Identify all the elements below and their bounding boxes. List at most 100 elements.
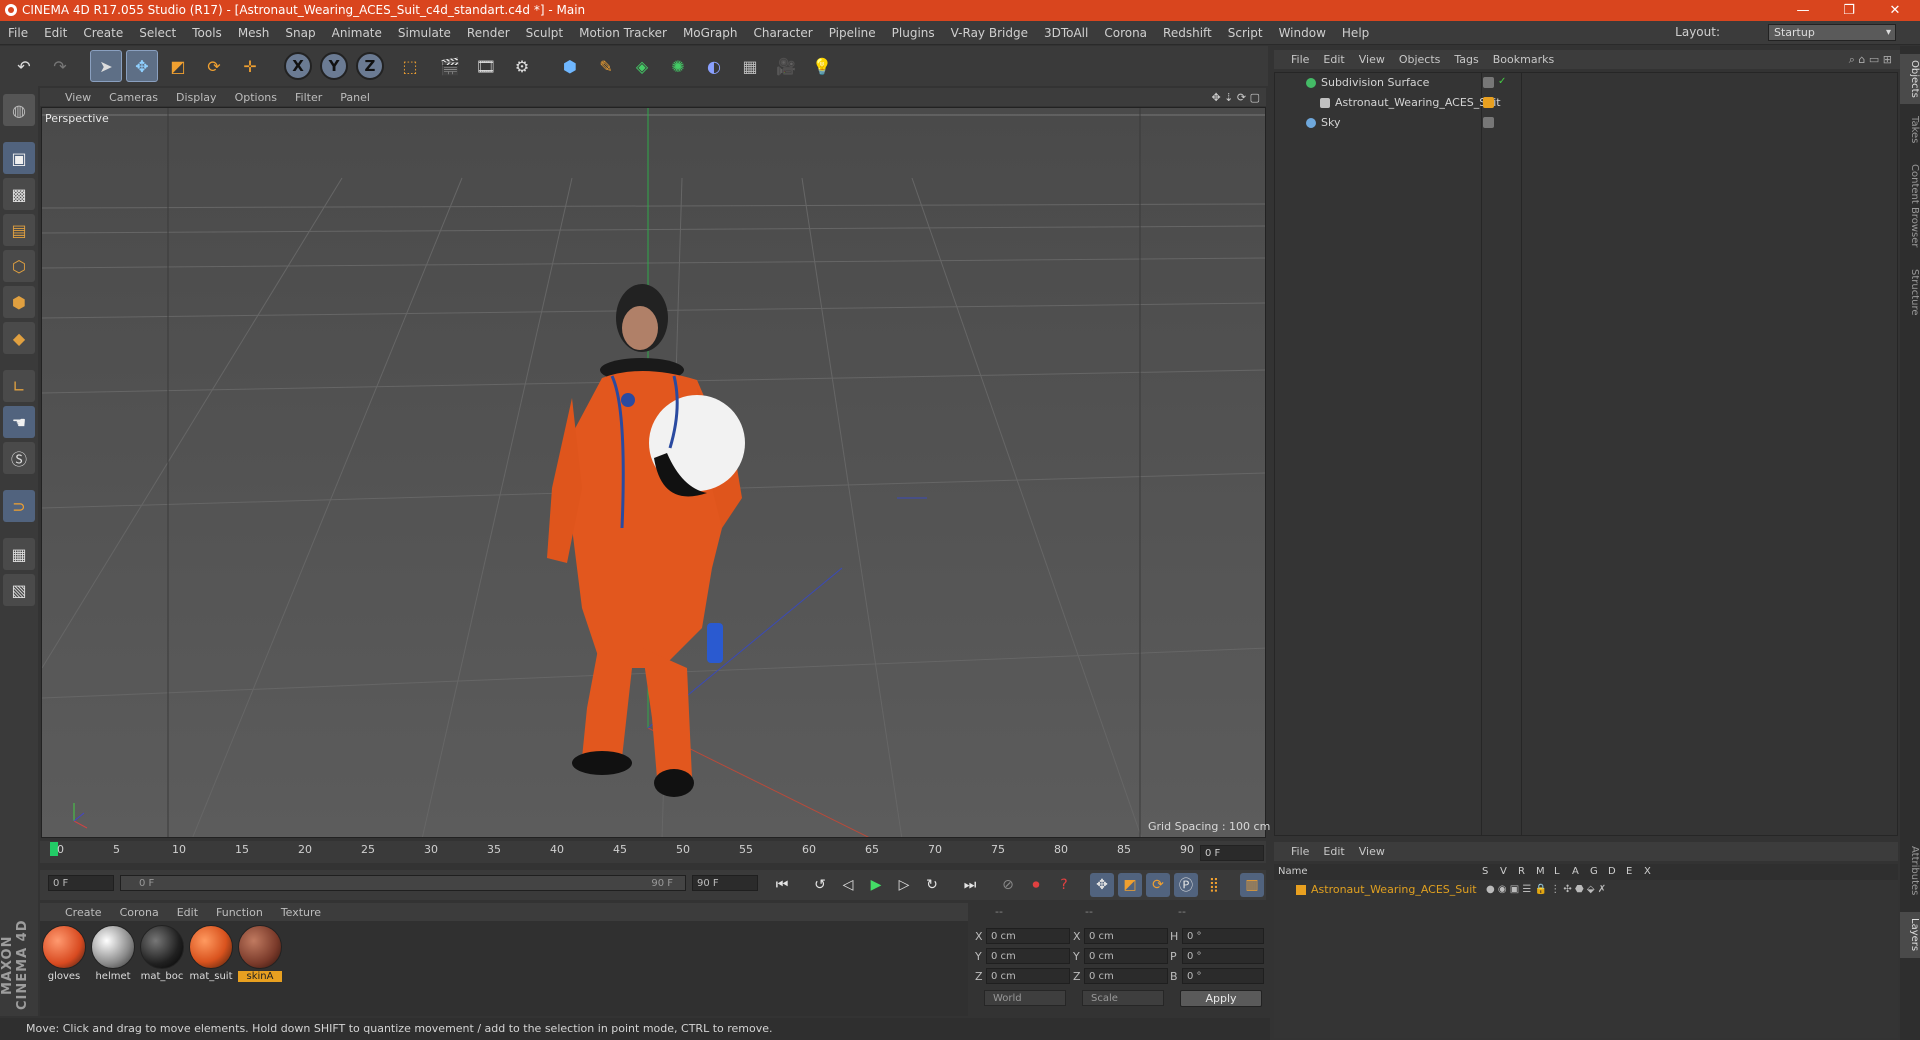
material-gloves[interactable]: gloves [42,925,86,982]
menu-redshift[interactable]: Redshift [1155,26,1220,40]
menu-sculpt[interactable]: Sculpt [518,26,571,40]
record-keys-icon[interactable]: ⊘ [996,873,1020,897]
render-view-icon[interactable]: 🎬 [434,50,466,82]
menu-tools[interactable]: Tools [184,26,230,40]
texture-mode-icon[interactable]: ▩ [3,178,35,210]
points-mode-icon[interactable]: ⬡ [3,250,35,282]
menu-edit[interactable]: Edit [36,26,75,40]
next-frame-icon[interactable]: ▷ [892,873,916,897]
next-key-icon[interactable]: ↻ [920,873,944,897]
mm-menu-function[interactable]: Function [207,906,272,919]
x-axis-lock-icon[interactable]: X [284,52,312,80]
viewport-menu-display[interactable]: Display [167,91,226,104]
layer-color-tag[interactable] [1483,97,1494,108]
material-skina[interactable]: skinA [238,925,282,982]
move-tool-icon[interactable]: ✥ [126,50,158,82]
render-settings-icon[interactable]: ⚙ [506,50,538,82]
menu-vray-bridge[interactable]: V-Ray Bridge [943,26,1036,40]
undo-icon[interactable]: ↶ [8,50,40,82]
key-position-icon[interactable]: ✥ [1090,873,1114,897]
menu-create[interactable]: Create [75,26,131,40]
spline-pen-icon[interactable]: ✎ [590,50,622,82]
tab-takes[interactable]: Takes [1900,110,1920,150]
tab-layers[interactable]: Layers [1900,912,1920,958]
rotation-p-field[interactable]: 0 ° [1182,948,1264,964]
menu-pipeline[interactable]: Pipeline [821,26,884,40]
z-axis-lock-icon[interactable]: Z [356,52,384,80]
current-frame-field[interactable]: 0 F [1200,845,1264,861]
light-icon[interactable]: 💡 [806,50,838,82]
layer-toggle-icons[interactable]: ● ◉ ▣ ☰ 🔒 ⋮ ✣ ⬣ ⬙ ✗ [1486,881,1606,899]
menu-render[interactable]: Render [459,26,518,40]
coordinate-system-icon[interactable]: ⬚ [394,50,426,82]
coordinate-mode-select[interactable]: World [984,990,1066,1006]
previous-frame-icon[interactable]: ◁ [836,873,860,897]
redo-icon[interactable]: ↷ [44,50,76,82]
object-row-subdivision-surface[interactable]: Subdivision Surface [1276,74,1896,92]
workplane-mode-icon[interactable]: ▤ [3,214,35,246]
play-forward-icon[interactable]: ▶ [864,873,888,897]
end-frame-field[interactable]: 90 F [692,875,758,891]
lm-menu-edit[interactable]: Edit [1316,845,1351,858]
layer-row[interactable]: Astronaut_Wearing_ACES_Suit ● ◉ ▣ ☰ 🔒 ⋮ … [1276,881,1896,899]
lm-menu-file[interactable]: File [1284,845,1316,858]
tab-objects[interactable]: Objects [1900,54,1920,104]
visibility-toggle-icon[interactable] [1483,117,1494,128]
model-mode-icon[interactable]: ▣ [3,142,35,174]
minimize-icon[interactable]: — [1780,0,1826,21]
workplane-lock-icon[interactable]: ▦ [3,538,35,570]
perspective-viewport[interactable] [41,107,1266,838]
camera-icon[interactable]: 🎥 [770,50,802,82]
position-z-field[interactable]: 0 cm [986,968,1070,984]
om-menu-objects[interactable]: Objects [1392,53,1448,66]
om-menu-view[interactable]: View [1352,53,1392,66]
size-y-field[interactable]: 0 cm [1084,948,1168,964]
size-mode-select[interactable]: Scale [1082,990,1164,1006]
viewport-menu-filter[interactable]: Filter [286,91,331,104]
mm-menu-texture[interactable]: Texture [272,906,330,919]
apply-button[interactable]: Apply [1180,990,1262,1007]
visibility-toggle-icon[interactable] [1483,77,1494,88]
menu-animate[interactable]: Animate [324,26,390,40]
om-menu-file[interactable]: File [1284,53,1316,66]
object-row-sky[interactable]: Sky [1276,114,1896,132]
menu-file[interactable]: File [0,26,36,40]
planar-workplane-icon[interactable]: ▧ [3,574,35,606]
layout-select[interactable]: Startup [1768,24,1896,41]
tab-structure[interactable]: Structure [1900,262,1920,322]
viewport-nav-icons[interactable]: ✥ ⇣ ⟳ ▢ [1211,91,1260,104]
snapping-icon[interactable]: ⊃ [3,490,35,522]
menu-character[interactable]: Character [745,26,820,40]
floor-icon[interactable]: ▦ [734,50,766,82]
timeline-ruler[interactable] [40,841,1266,863]
mm-menu-corona[interactable]: Corona [111,906,168,919]
select-cursor-icon[interactable]: ➤ [90,50,122,82]
key-scale-icon[interactable]: ◩ [1118,873,1142,897]
restore-icon[interactable]: ❐ [1826,0,1872,21]
cloner-icon[interactable]: ✺ [662,50,694,82]
mm-menu-create[interactable]: Create [56,906,111,919]
menu-simulate[interactable]: Simulate [390,26,459,40]
render-picture-viewer-icon[interactable]: 🎞 [470,50,502,82]
enabled-check-icon[interactable]: ✓ [1498,77,1509,88]
lm-menu-view[interactable]: View [1352,845,1392,858]
transform-tool-icon[interactable]: ✛ [234,50,266,82]
om-search-home-icons[interactable]: ⌕ ⌂ ▭ ⊞ [1849,53,1892,67]
menu-mograph[interactable]: MoGraph [675,26,746,40]
edges-mode-icon[interactable]: ⬢ [3,286,35,318]
frame-range-slider[interactable]: 0 F 90 F [120,875,686,891]
om-menu-tags[interactable]: Tags [1447,53,1485,66]
rotation-b-field[interactable]: 0 ° [1182,968,1264,984]
viewport-menu-options[interactable]: Options [226,91,286,104]
make-editable-icon[interactable]: ◍ [3,94,35,126]
go-to-end-icon[interactable]: ⏭ [958,873,982,897]
previous-key-icon[interactable]: ↺ [808,873,832,897]
cube-primitive-icon[interactable]: ⬢ [554,50,586,82]
menu-motion-tracker[interactable]: Motion Tracker [571,26,675,40]
tab-content-browser[interactable]: Content Browser [1900,156,1920,256]
viewport-menu-panel[interactable]: Panel [331,91,379,104]
position-x-field[interactable]: 0 cm [986,928,1070,944]
deformer-icon[interactable]: ◐ [698,50,730,82]
viewport-menu-cameras[interactable]: Cameras [100,91,167,104]
material-mat-suit[interactable]: mat_suit [189,925,233,982]
